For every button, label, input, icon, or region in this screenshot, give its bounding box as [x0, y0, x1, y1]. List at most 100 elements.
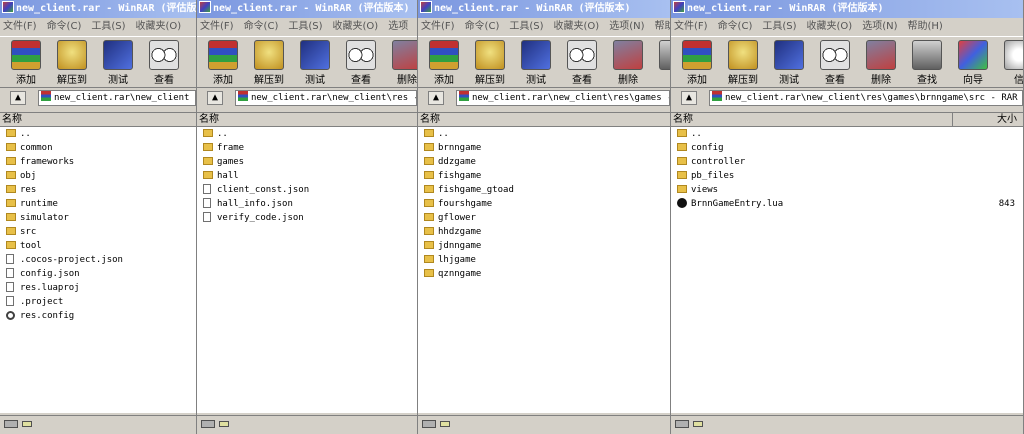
list-item[interactable]: runtime — [0, 197, 196, 211]
menu-item[interactable]: 工具(S) — [91, 21, 125, 32]
list-item[interactable]: views — [671, 183, 1023, 197]
file-list[interactable]: 名称.. common frameworks obj res runtime simulat… — [0, 112, 196, 413]
toolbar-button[interactable]: 测试 — [767, 40, 811, 86]
menu-item[interactable]: 选项(N) — [862, 21, 897, 32]
list-item[interactable]: lhjgame — [418, 253, 670, 267]
menu-item[interactable]: 工具(S) — [762, 21, 796, 32]
toolbar-button[interactable]: 删除 — [859, 40, 903, 86]
toolbar-button[interactable]: 删除 — [606, 40, 650, 86]
menu-item[interactable]: 文件(F) — [674, 21, 708, 32]
list-item[interactable]: fishgame_gtoad — [418, 183, 670, 197]
list-item[interactable]: hhdzgame — [418, 225, 670, 239]
toolbar-button[interactable]: 解压到 — [50, 40, 94, 86]
column-size-header[interactable]: 大小 — [952, 113, 1017, 126]
toolbar-button[interactable]: 解压到 — [247, 40, 291, 86]
toolbar-button[interactable]: 向导 — [951, 40, 995, 86]
column-name-header[interactable]: 名称 — [673, 113, 693, 126]
path-field[interactable]: new_client.rar\new_client — [38, 90, 196, 106]
menu-item[interactable]: 选项(N) — [609, 21, 644, 32]
menu-item[interactable]: 收藏夹(O) — [807, 21, 853, 32]
list-item[interactable]: .. — [671, 127, 1023, 141]
list-item[interactable]: controller — [671, 155, 1023, 169]
list-item[interactable]: hall — [197, 169, 417, 183]
list-item[interactable]: frameworks — [0, 155, 196, 169]
toolbar-button[interactable]: 添加 — [675, 40, 719, 86]
menu-item[interactable]: 文件(F) — [421, 21, 455, 32]
menu-item[interactable]: 命令(C) — [244, 21, 279, 32]
list-item[interactable]: frame — [197, 141, 417, 155]
up-folder-button[interactable]: ▲ — [10, 91, 26, 105]
toolbar-button[interactable]: 测试 — [293, 40, 337, 86]
title-bar[interactable]: new_client.rar - WinRAR (评估版本) — [0, 0, 196, 18]
toolbar-button[interactable]: 查找 — [905, 40, 949, 86]
list-item[interactable]: pb_files — [671, 169, 1023, 183]
list-item[interactable]: src — [0, 225, 196, 239]
column-name-header[interactable]: 名称 — [199, 113, 219, 126]
list-item[interactable]: client_const.json — [197, 183, 417, 197]
menu-item[interactable]: 工具(S) — [288, 21, 322, 32]
toolbar-button[interactable]: 信 — [997, 40, 1023, 86]
menu-item[interactable]: 命令(C) — [718, 21, 753, 32]
menu-item[interactable]: 收藏夹(O) — [136, 21, 182, 32]
title-bar[interactable]: new_client.rar - WinRAR (评估版本) — [418, 0, 670, 18]
list-item[interactable]: res.config — [0, 309, 196, 323]
menu-item[interactable]: 帮助(H) — [908, 21, 943, 32]
list-item[interactable]: brnngame — [418, 141, 670, 155]
list-item[interactable]: .cocos-project.json — [0, 253, 196, 267]
toolbar-button[interactable]: 添加 — [422, 40, 466, 86]
toolbar-button[interactable] — [652, 40, 670, 71]
toolbar-button[interactable]: 添加 — [201, 40, 245, 86]
list-item[interactable]: qznngame — [418, 267, 670, 281]
column-name-header[interactable]: 名称 — [2, 113, 22, 126]
menu-item[interactable]: 收藏夹(O) — [333, 21, 379, 32]
menu-item[interactable]: 文件(F) — [200, 21, 234, 32]
list-item[interactable]: common — [0, 141, 196, 155]
menu-item[interactable]: 工具(S) — [509, 21, 543, 32]
list-item[interactable]: simulator — [0, 211, 196, 225]
title-bar[interactable]: new_client.rar - WinRAR (评估版本) — [197, 0, 417, 18]
list-item[interactable]: jdnngame — [418, 239, 670, 253]
path-field[interactable]: new_client.rar\new_client\res\games - — [456, 90, 670, 106]
list-item[interactable]: config.json — [0, 267, 196, 281]
toolbar-button[interactable]: 查看 — [560, 40, 604, 86]
list-item[interactable]: verify_code.json — [197, 211, 417, 225]
list-item[interactable]: .. — [197, 127, 417, 141]
path-field[interactable]: new_client.rar\new_client\res - — [235, 90, 417, 106]
list-item[interactable]: fourshgame — [418, 197, 670, 211]
menu-item[interactable]: 命令(C) — [465, 21, 500, 32]
list-item[interactable]: gflower — [418, 211, 670, 225]
menu-item[interactable]: 收藏夹(O) — [554, 21, 600, 32]
list-item[interactable]: ddzgame — [418, 155, 670, 169]
toolbar-button[interactable]: 查看 — [142, 40, 186, 86]
menu-item[interactable]: 选项 — [388, 21, 408, 32]
toolbar-button[interactable]: 添加 — [4, 40, 48, 86]
list-item[interactable]: .. — [418, 127, 670, 141]
list-item[interactable]: tool — [0, 239, 196, 253]
list-item[interactable]: BrnnGameEntry.lua 843 — [671, 197, 1023, 211]
toolbar-button[interactable]: 查看 — [339, 40, 383, 86]
list-item[interactable]: games — [197, 155, 417, 169]
list-item[interactable]: .project — [0, 295, 196, 309]
file-list[interactable]: 名称 大小.. config controller pb_files views BrnnG… — [671, 112, 1023, 413]
list-item[interactable]: res — [0, 183, 196, 197]
list-item[interactable]: .. — [0, 127, 196, 141]
column-name-header[interactable]: 名称 — [420, 113, 440, 126]
list-item[interactable]: res.luaproj — [0, 281, 196, 295]
toolbar-button[interactable]: 测试 — [514, 40, 558, 86]
up-folder-button[interactable]: ▲ — [207, 91, 223, 105]
menu-item[interactable]: 文件(F) — [3, 21, 37, 32]
up-folder-button[interactable]: ▲ — [681, 91, 697, 105]
list-item[interactable]: fishgame — [418, 169, 670, 183]
menu-item[interactable]: 帮助 — [655, 21, 671, 32]
toolbar-button[interactable]: 解压到 — [468, 40, 512, 86]
up-folder-button[interactable]: ▲ — [428, 91, 444, 105]
title-bar[interactable]: new_client.rar - WinRAR (评估版本) — [671, 0, 1023, 18]
list-item[interactable]: hall_info.json — [197, 197, 417, 211]
menu-item[interactable]: 命令(C) — [47, 21, 82, 32]
file-list[interactable]: 名称.. frame games hall client_const.json hall_… — [197, 112, 417, 413]
file-list[interactable]: 名称.. brnngame ddzgame fishgame fishgame_gtoa… — [418, 112, 670, 413]
list-item[interactable]: obj — [0, 169, 196, 183]
toolbar-button[interactable]: 删除 — [385, 40, 417, 86]
toolbar-button[interactable]: 解压到 — [721, 40, 765, 86]
toolbar-button[interactable]: 测试 — [96, 40, 140, 86]
